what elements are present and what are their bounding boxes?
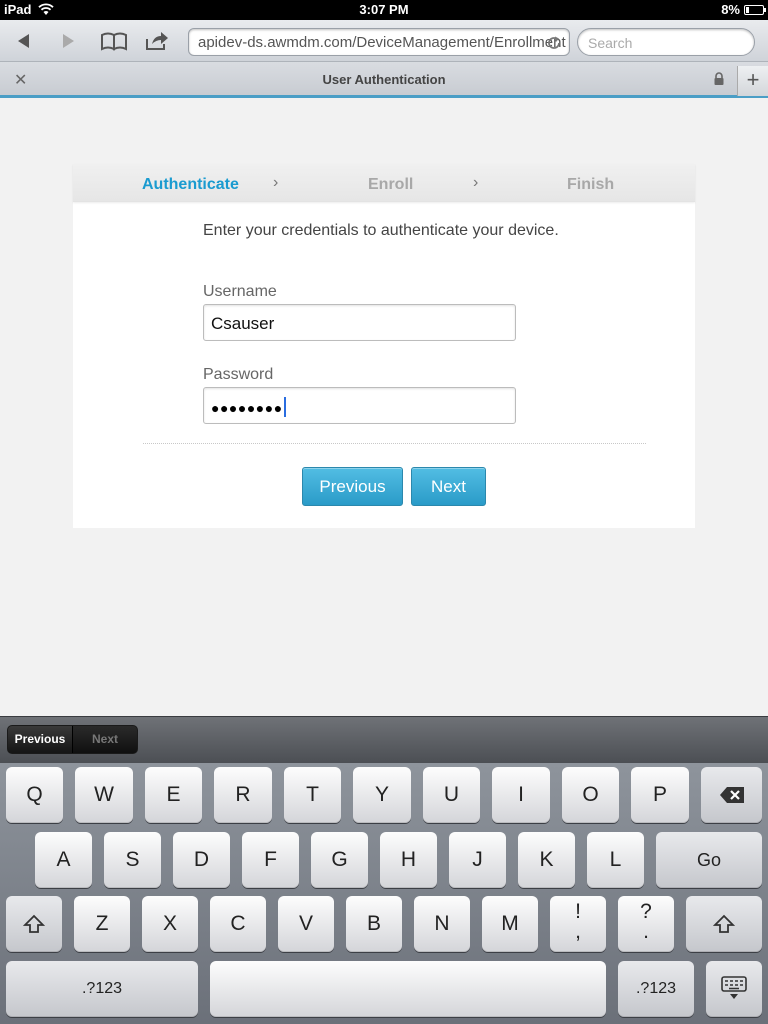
backspace-icon [719,787,744,803]
key-question-label: ? [640,900,652,923]
key-y[interactable]: Y [353,767,411,823]
key-f[interactable]: F [242,832,299,888]
step-authenticate: Authenticate [142,176,239,193]
key-h[interactable]: H [380,832,437,888]
tab-bar: ✕ User Authentication + [0,62,768,98]
username-field[interactable]: Csauser [203,304,516,341]
enrollment-card: Authenticate › Enroll › Finish Enter you… [73,164,695,528]
on-screen-keyboard: Q W E R T Y U I O P A S D F G H J K L Go… [0,763,768,1024]
numbers-key-right[interactable]: .?123 [618,961,694,1017]
battery-percent: 8% [721,2,740,17]
accessory-previous-button[interactable]: Previous [8,726,73,753]
status-bar: iPad 3:07 PM 8% [0,0,768,20]
key-e[interactable]: E [145,767,202,823]
password-field[interactable]: ●●●●●●●● [203,387,516,424]
key-n[interactable]: N [414,896,470,952]
key-question-period[interactable]: ? . [618,896,674,952]
form-divider [143,443,646,444]
key-period-label: . [643,920,649,943]
password-value: ●●●●●●●● [211,400,283,416]
key-g[interactable]: G [311,832,368,888]
form-navigation-control: Previous Next [7,725,138,754]
book-icon [101,32,127,51]
key-x[interactable]: X [142,896,198,952]
accessory-next-button[interactable]: Next [73,726,137,753]
forward-arrow-icon [63,34,74,48]
shift-icon [22,914,46,933]
step-indicator: Authenticate › Enroll › Finish [73,164,695,202]
key-c[interactable]: C [210,896,266,952]
reload-icon[interactable] [546,35,562,51]
chevron-right-icon: › [273,174,279,191]
back-arrow-icon [18,34,29,48]
username-value: Csauser [211,314,275,333]
key-j[interactable]: J [449,832,506,888]
text-cursor [283,397,286,417]
tab-title[interactable]: User Authentication [0,72,768,87]
forward-button[interactable] [50,26,86,56]
key-o[interactable]: O [562,767,619,823]
key-exclaim-label: ! [575,900,581,923]
go-key[interactable]: Go [656,832,762,888]
backspace-key[interactable] [701,767,762,823]
keyboard-dismiss-icon [721,976,747,999]
key-l[interactable]: L [587,832,644,888]
back-button[interactable] [6,26,42,56]
keyboard-accessory-bar: Previous Next [0,716,768,763]
browser-toolbar: apidev-ds.awmdm.com/DeviceManagement/Enr… [0,20,768,62]
bookmarks-button[interactable] [96,26,132,56]
share-button[interactable] [139,26,175,56]
search-input[interactable]: Search [577,28,755,56]
next-button[interactable]: Next [411,467,486,506]
key-w[interactable]: W [75,767,133,823]
key-d[interactable]: D [173,832,230,888]
step-finish: Finish [567,176,615,193]
space-key[interactable] [210,961,606,1017]
key-k[interactable]: K [518,832,575,888]
key-a[interactable]: A [35,832,92,888]
key-v[interactable]: V [278,896,334,952]
key-u[interactable]: U [423,767,480,823]
password-label: Password [203,366,274,383]
key-comma-label: , [575,920,581,943]
intro-text: Enter your credentials to authenticate y… [203,222,559,239]
key-s[interactable]: S [104,832,161,888]
key-t[interactable]: T [284,767,341,823]
shift-key[interactable] [6,896,62,952]
battery-icon [744,5,766,15]
address-bar[interactable]: apidev-ds.awmdm.com/DeviceManagement/Enr… [188,28,570,56]
key-m[interactable]: M [482,896,538,952]
chevron-right-icon: › [473,174,479,191]
numbers-key[interactable]: .?123 [6,961,198,1017]
shift-key-right[interactable] [686,896,762,952]
username-label: Username [203,283,277,300]
shift-icon [712,914,736,933]
key-b[interactable]: B [346,896,402,952]
key-i[interactable]: I [492,767,550,823]
new-tab-button[interactable]: + [737,66,768,96]
clock: 3:07 PM [359,2,409,17]
key-q[interactable]: Q [6,767,63,823]
key-r[interactable]: R [214,767,272,823]
lock-icon [714,72,724,85]
previous-button[interactable]: Previous [302,467,403,506]
share-icon [146,32,168,50]
key-exclaim-comma[interactable]: ! , [550,896,606,952]
hide-keyboard-key[interactable] [706,961,762,1017]
key-p[interactable]: P [631,767,689,823]
key-z[interactable]: Z [74,896,130,952]
step-enroll: Enroll [368,176,414,193]
